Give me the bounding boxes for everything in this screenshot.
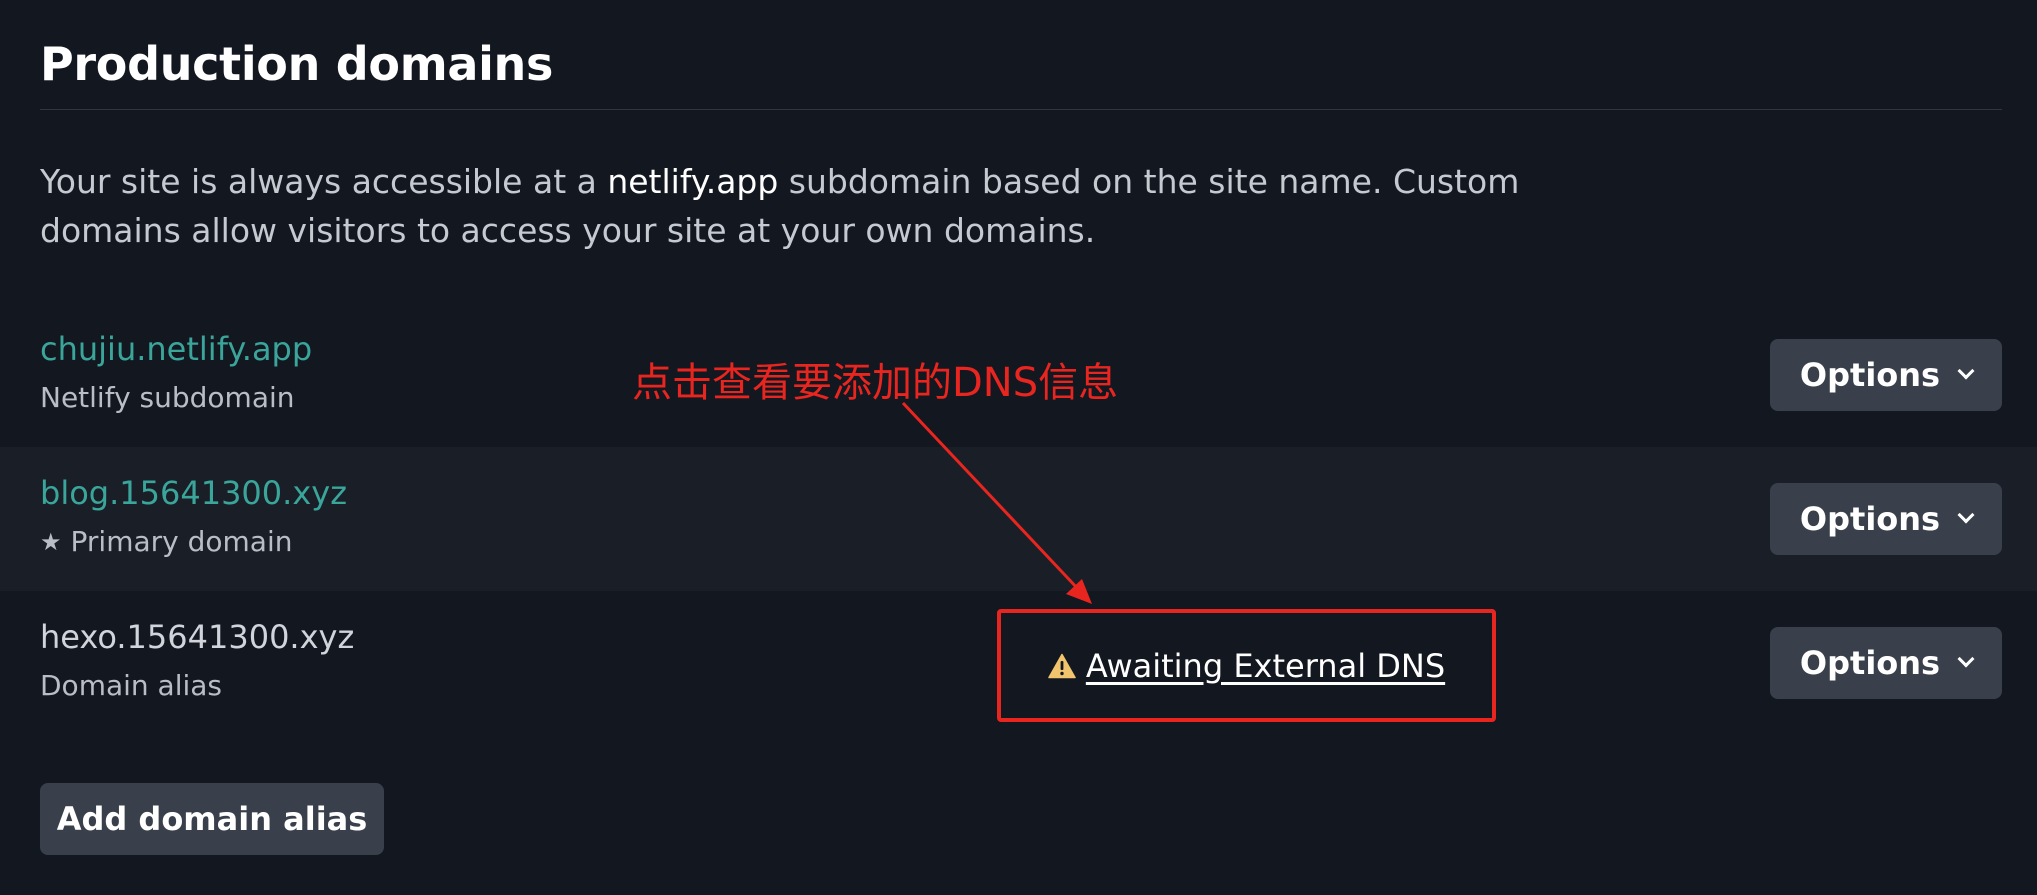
description-text-start: Your site is always accessible at a <box>40 162 608 201</box>
section-title: Production domains <box>40 37 554 91</box>
dns-status-text: Awaiting External DNS <box>1085 646 1446 685</box>
options-button[interactable]: Options <box>1770 627 2002 699</box>
annotation-highlight-box: Awaiting External DNS <box>997 609 1496 722</box>
annotation-text: 点击查看要添加的DNS信息 <box>632 360 1119 406</box>
chevron-down-icon <box>1957 650 1975 668</box>
domain-link[interactable]: blog.15641300.xyz <box>40 474 347 512</box>
domain-type-label: Netlify subdomain <box>40 381 295 414</box>
description-netlify-app: netlify.app <box>607 162 779 201</box>
options-button[interactable]: Options <box>1770 339 2002 411</box>
awaiting-dns-link[interactable]: Awaiting External DNS <box>1048 647 1445 685</box>
domain-type-text: Primary domain <box>70 525 293 558</box>
options-label: Options <box>1799 500 1941 538</box>
domain-link[interactable]: chujiu.netlify.app <box>40 330 312 368</box>
domain-type-label: Domain alias <box>40 669 222 702</box>
star-icon: ★ <box>40 527 62 556</box>
domain-type-text: Domain alias <box>40 669 223 702</box>
domain-type-text: Netlify subdomain <box>40 381 295 414</box>
options-label: Options <box>1799 644 1941 682</box>
add-domain-alias-button[interactable]: Add domain alias <box>40 783 384 855</box>
domain-name: hexo.15641300.xyz <box>40 618 355 656</box>
domain-type-label: ★ Primary domain <box>40 525 292 558</box>
warning-icon <box>1048 653 1076 679</box>
domain-row-primary: blog.15641300.xyz ★ Primary domain Optio… <box>0 447 2037 591</box>
options-label: Options <box>1799 356 1941 394</box>
chevron-down-icon <box>1957 506 1975 524</box>
section-divider <box>40 109 2002 110</box>
section-description: Your site is always accessible at a netl… <box>40 157 1520 255</box>
chevron-down-icon <box>1957 362 1975 380</box>
options-button[interactable]: Options <box>1770 483 2002 555</box>
